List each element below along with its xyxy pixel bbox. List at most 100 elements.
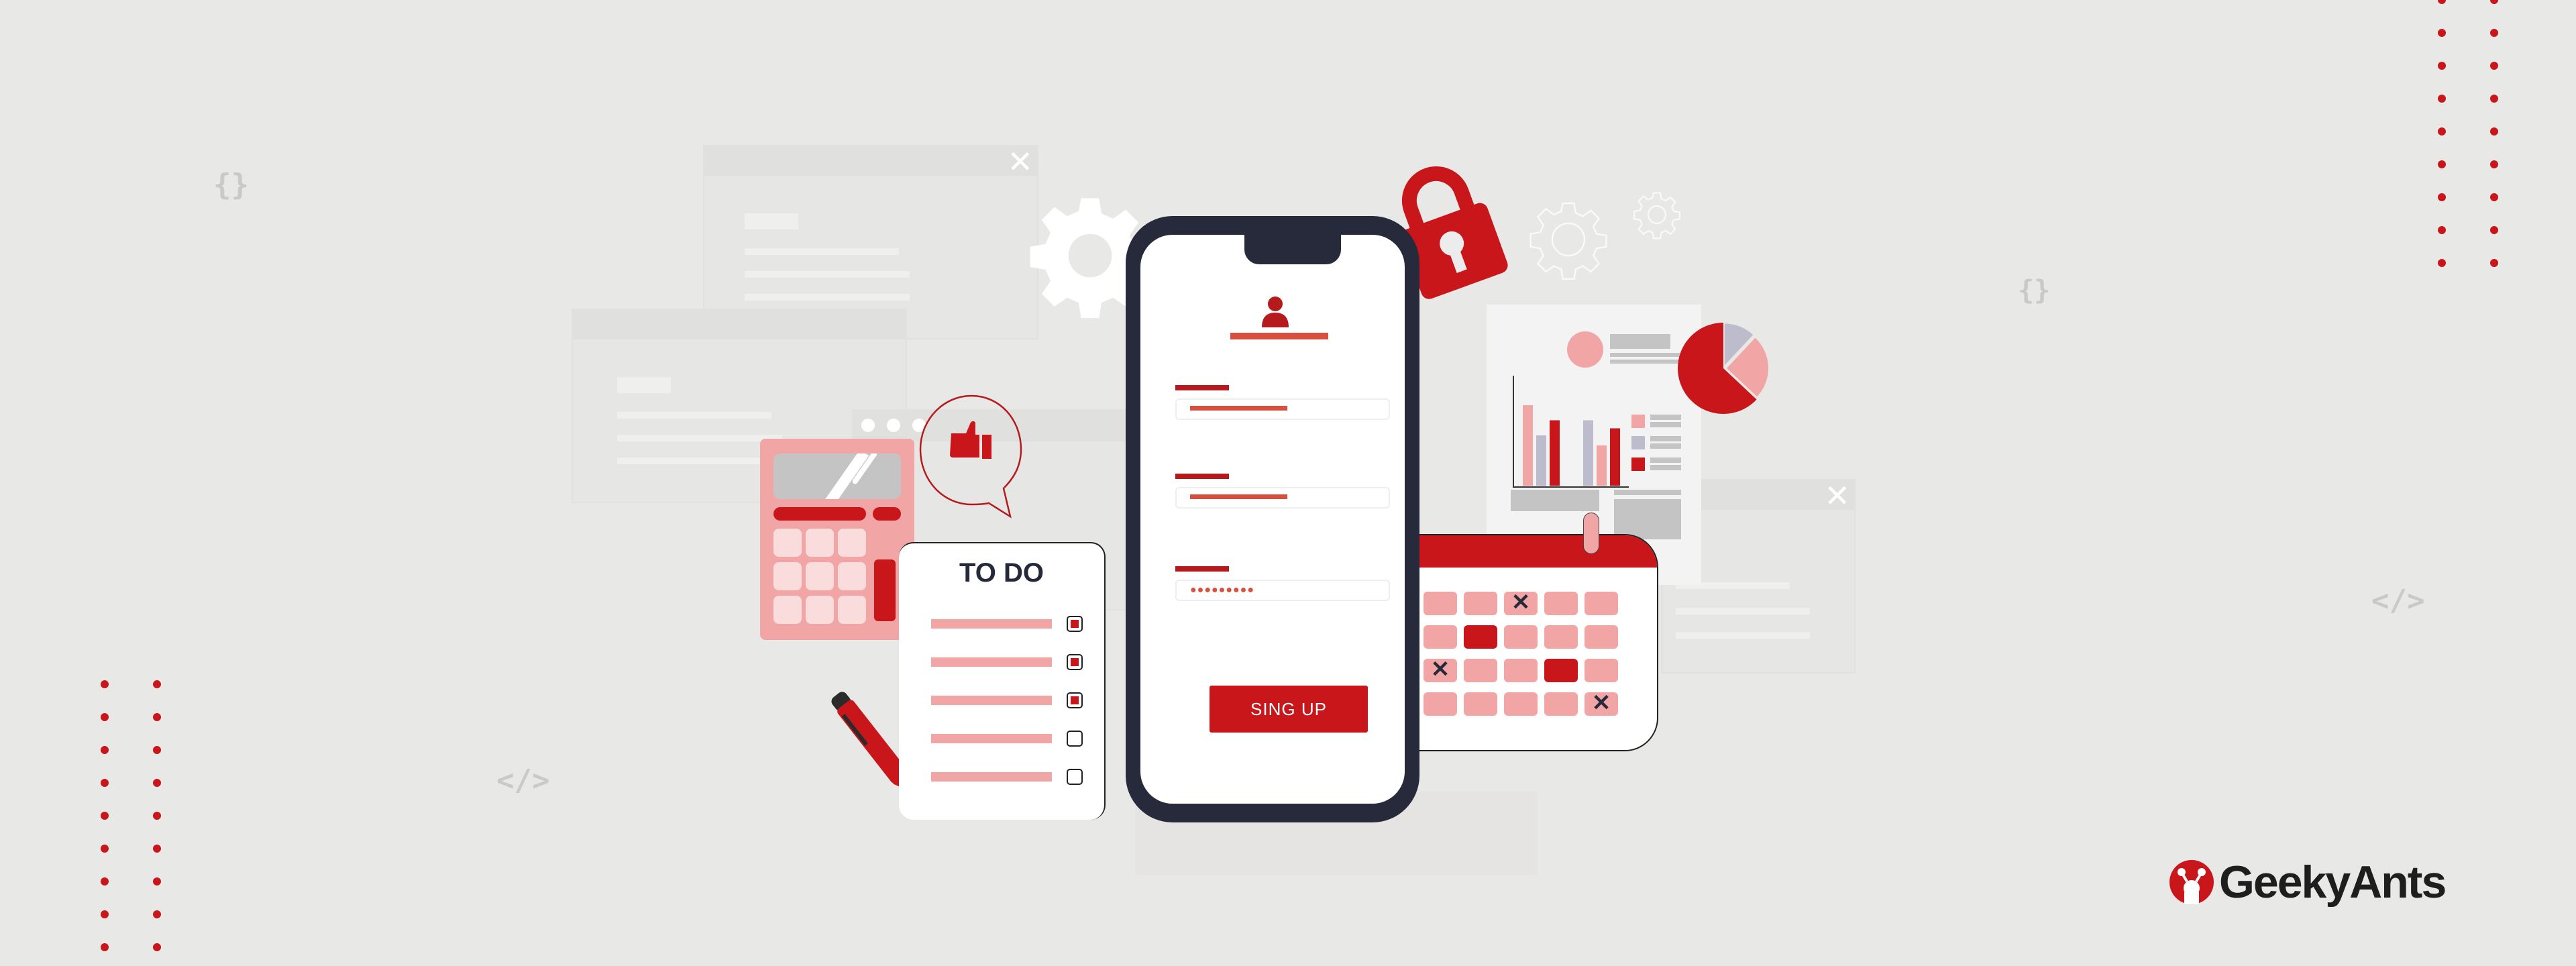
decor-dot <box>153 746 161 754</box>
decor-dot <box>153 713 161 721</box>
report-avatar-circle <box>1567 331 1603 368</box>
bar-chart-icon <box>1513 376 1629 488</box>
decor-dot <box>101 943 109 951</box>
calculator-key <box>838 596 866 624</box>
gear-icon <box>1633 192 1680 239</box>
chart-bar <box>1597 445 1607 486</box>
decor-dot <box>2490 95 2498 103</box>
email-field[interactable] <box>1175 487 1390 508</box>
legend-swatch <box>1631 415 1645 428</box>
phone-mockup: ●●●●●●●●● SING UP <box>1126 216 1419 822</box>
username-field[interactable] <box>1175 398 1390 420</box>
decor-dot <box>2490 193 2498 201</box>
calculator-key <box>773 596 802 624</box>
calendar-day <box>1464 659 1497 682</box>
decor-dot <box>153 943 161 951</box>
decor-dot <box>101 713 109 721</box>
todo-checkbox[interactable] <box>1067 616 1083 632</box>
decor-dot <box>2490 127 2498 136</box>
decor-dot <box>2438 62 2446 70</box>
calendar-day <box>1424 592 1457 615</box>
text-placeholder <box>1650 465 1681 470</box>
decor-dot <box>2490 259 2498 267</box>
decor-dot <box>2490 29 2498 37</box>
text-placeholder <box>1610 353 1684 357</box>
legend-swatch <box>1631 436 1645 449</box>
todo-checkbox[interactable] <box>1067 654 1083 670</box>
text-placeholder <box>745 294 910 301</box>
user-icon <box>1262 297 1289 327</box>
field-label <box>1175 566 1229 572</box>
calendar-day <box>1424 625 1457 649</box>
password-field[interactable]: ●●●●●●●●● <box>1175 580 1390 601</box>
field-value <box>1190 406 1287 411</box>
calendar-day <box>1464 692 1497 716</box>
decor-dot <box>101 779 109 787</box>
todo-item-line <box>931 657 1052 667</box>
decor-dot <box>2490 0 2498 4</box>
chart-bar <box>1523 405 1533 486</box>
password-value: ●●●●●●●●● <box>1190 584 1254 596</box>
decor-dot <box>2438 0 2446 4</box>
todo-checkbox[interactable] <box>1067 769 1083 785</box>
decor-dot <box>153 680 161 688</box>
calculator-display <box>773 453 901 499</box>
calendar-day <box>1585 625 1618 649</box>
calculator-bar <box>773 507 866 521</box>
decor-dot <box>153 910 161 918</box>
calculator-key <box>806 596 834 624</box>
decor-dot <box>153 779 161 787</box>
calendar-day <box>1585 659 1618 682</box>
decor-dot <box>2438 193 2446 201</box>
text-placeholder <box>1650 422 1681 427</box>
calendar-day <box>1424 692 1457 716</box>
text-placeholder <box>1614 499 1681 539</box>
text-placeholder <box>1676 608 1810 614</box>
text-placeholder <box>1610 360 1684 364</box>
text-placeholder <box>617 435 782 441</box>
calendar-icon: ✕ ✕ ✕ <box>1417 534 1658 751</box>
calendar-day-selected <box>1464 625 1497 649</box>
chart-bar <box>1536 435 1546 486</box>
decor-dot <box>2438 29 2446 37</box>
sign-up-button[interactable]: SING UP <box>1210 686 1368 733</box>
todo-checkbox[interactable] <box>1067 731 1083 747</box>
calendar-day <box>1544 692 1578 716</box>
ant-logo-icon <box>2169 860 2214 904</box>
todo-checkbox[interactable] <box>1067 692 1083 708</box>
text-placeholder <box>1650 436 1681 441</box>
calendar-header <box>1417 535 1657 568</box>
decor-dot <box>153 877 161 885</box>
text-placeholder <box>1650 443 1681 449</box>
text-placeholder <box>1511 490 1599 511</box>
text-placeholder <box>745 213 798 229</box>
braces-icon: {} <box>213 168 249 202</box>
calendar-day <box>1504 659 1538 682</box>
decor-dot <box>2438 259 2446 267</box>
x-mark-icon: ✕ <box>1591 690 1611 716</box>
window-titlebar <box>573 310 906 339</box>
text-placeholder <box>617 458 782 464</box>
calculator-key <box>773 529 802 557</box>
chart-bar <box>1583 420 1593 486</box>
todo-card: TO DO <box>899 542 1106 820</box>
calendar-day <box>1504 692 1538 716</box>
todo-title: TO DO <box>959 558 1044 588</box>
calendar-day <box>1464 592 1497 615</box>
decor-dot <box>2490 160 2498 168</box>
calendar-ring <box>1583 513 1599 554</box>
calendar-day <box>1504 625 1538 649</box>
field-value <box>1190 494 1287 499</box>
close-icon: ✕ <box>1007 144 1033 180</box>
todo-item-line <box>931 734 1052 743</box>
text-placeholder <box>1650 458 1681 463</box>
brand-name: GeekyAnts <box>2219 857 2447 908</box>
chart-bar <box>1550 420 1560 486</box>
calculator-key <box>838 562 866 590</box>
decor-dot <box>101 746 109 754</box>
phone-notch <box>1244 235 1341 264</box>
todo-item-line <box>931 619 1052 629</box>
x-mark-icon: ✕ <box>1430 657 1450 682</box>
calculator-key <box>806 529 834 557</box>
decor-dot <box>101 680 109 688</box>
